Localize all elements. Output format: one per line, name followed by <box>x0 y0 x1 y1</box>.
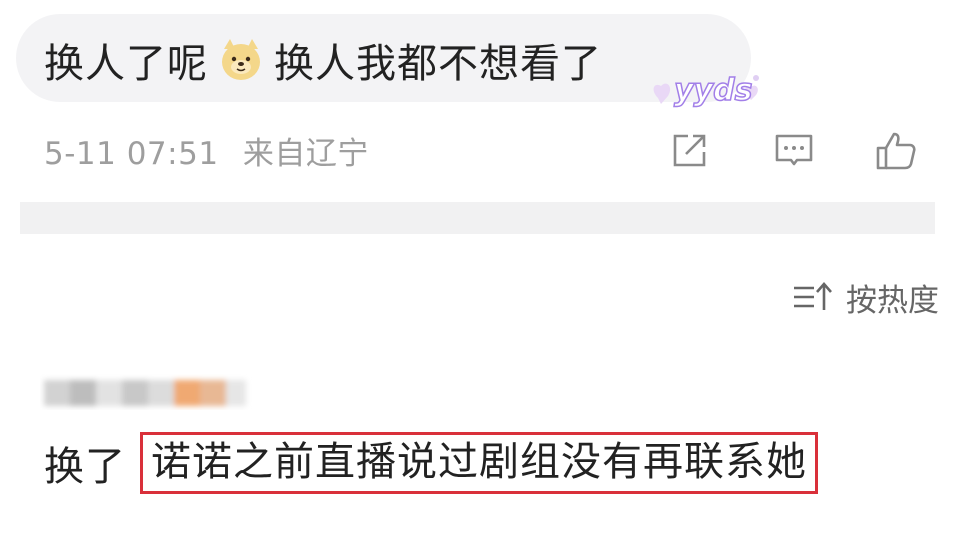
reply-text: 换了 诺诺之前直播说过剧组没有再联系她 <box>44 432 818 494</box>
comment-text-before: 换人了呢 <box>44 41 208 87</box>
yyds-sticker: yyds <box>644 58 774 124</box>
dog-emoji-icon <box>218 37 264 83</box>
highlighted-text: 诺诺之前直播说过剧组没有再联系她 <box>140 432 818 494</box>
sort-control[interactable]: 按热度 <box>792 274 960 320</box>
blurred-username[interactable] <box>40 374 252 410</box>
comment-location: 来自辽宁 <box>242 136 369 172</box>
section-divider <box>20 202 935 234</box>
comment-text: 换人了呢 换人我都不想看了 <box>44 32 602 88</box>
sort-label: 按热度 <box>846 282 939 319</box>
thumbs-up-icon[interactable] <box>872 126 920 174</box>
yyds-text: yyds <box>674 73 752 108</box>
share-icon[interactable] <box>666 126 714 174</box>
comment-datetime: 5-11 07:51 <box>44 136 219 172</box>
comment-meta: 5-11 07:51 来自辽宁 <box>44 128 369 173</box>
comment-text-after: 换人我都不想看了 <box>274 41 602 87</box>
comment-icon[interactable] <box>770 126 818 174</box>
sort-icon <box>792 280 834 314</box>
reply-prefix: 换了 <box>44 444 126 490</box>
